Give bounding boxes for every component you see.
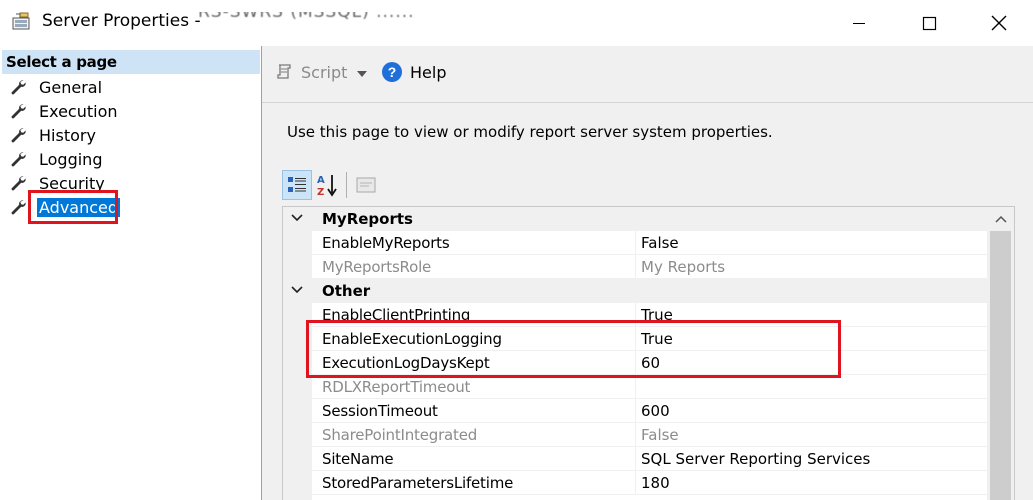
property-name: SharePointIntegrated [322, 426, 478, 444]
script-label: Script [301, 62, 348, 82]
scrollbar-thumb[interactable] [990, 231, 1011, 500]
script-icon [277, 64, 291, 79]
property-pages-button[interactable] [351, 170, 381, 200]
property-name: EnableMyReports [322, 234, 450, 252]
script-dropdown-icon[interactable] [357, 71, 367, 77]
page-item-execution[interactable]: Execution [10, 100, 120, 122]
property-value[interactable]: 600 [641, 402, 670, 420]
property-value[interactable]: My Reports [641, 258, 725, 276]
property-name: SiteName [322, 450, 394, 468]
property-row-sitename[interactable]: SiteName SQL Server Reporting Services [283, 447, 987, 471]
category-name: Other [322, 282, 371, 300]
minimize-button[interactable] [836, 0, 882, 46]
property-name: RDLXReportTimeout [322, 378, 471, 396]
property-row-rdlxreporttimeout[interactable]: RDLXReportTimeout [283, 375, 987, 399]
select-page-title: Select a page [6, 53, 117, 71]
wrench-icon [11, 176, 26, 191]
server-properties-icon [12, 12, 30, 30]
help-label: Help [410, 62, 447, 82]
toolbar-separator [346, 172, 347, 198]
chevron-up-icon [994, 215, 1007, 223]
scroll-up-button[interactable] [987, 207, 1014, 231]
category-myreports[interactable]: MyReports [283, 207, 987, 231]
minimize-icon [853, 23, 865, 24]
svg-text:A: A [317, 175, 325, 186]
wrench-icon [11, 128, 26, 143]
property-value[interactable]: False [641, 426, 679, 444]
property-value[interactable]: SQL Server Reporting Services [641, 450, 870, 468]
vertical-scrollbar[interactable] [987, 207, 1014, 500]
advanced-highlight-box [28, 190, 118, 224]
page-item-history[interactable]: History [10, 124, 98, 146]
property-name: MyReportsRole [322, 258, 432, 276]
select-page-header: Select a page [2, 50, 260, 74]
page-item-logging[interactable]: Logging [10, 148, 104, 170]
page-item-label: General [39, 77, 103, 97]
properties-pane: Script ? Help Use this page to view or m… [262, 46, 1033, 500]
wrench-icon [11, 200, 26, 215]
select-page-pane: Select a page General Execution History … [0, 46, 262, 500]
property-name: SessionTimeout [322, 402, 438, 420]
window-title-obscured: RS-SWRS (MSSQL) ...... ........... [198, 12, 415, 24]
title-bar: Server Properties - RS-SWRS (MSSQL) ....… [0, 0, 1033, 46]
property-name: StoredParametersLifetime [322, 474, 514, 492]
category-other[interactable]: Other [283, 279, 987, 303]
close-button[interactable] [976, 0, 1022, 46]
page-item-label: History [39, 125, 96, 145]
help-button[interactable]: ? Help [382, 62, 446, 82]
property-row-storedparameterslifetime[interactable]: StoredParametersLifetime 180 [283, 471, 987, 495]
property-row-sharepointintegrated[interactable]: SharePointIntegrated False [283, 423, 987, 447]
close-icon [991, 15, 1007, 31]
dialog-toolbar: Script ? Help [262, 46, 1033, 103]
sort-alphabetical-icon: A Z [317, 175, 337, 197]
property-value[interactable]: 180 [641, 474, 670, 492]
categorized-button[interactable] [282, 170, 312, 200]
category-name: MyReports [322, 210, 413, 228]
maximize-icon [922, 16, 937, 31]
window-title: Server Properties - [42, 11, 201, 31]
wrench-icon [11, 80, 26, 95]
property-row-sessiontimeout[interactable]: SessionTimeout 600 [283, 399, 987, 423]
wrench-icon [11, 152, 26, 167]
page-item-label: Logging [39, 149, 103, 169]
categorized-icon [288, 177, 306, 192]
logging-properties-highlight-box [306, 320, 841, 378]
alphabetical-button[interactable]: A Z [312, 170, 342, 200]
property-value[interactable]: False [641, 234, 679, 252]
property-grid-toolbar: A Z [282, 168, 381, 202]
maximize-button[interactable] [906, 0, 952, 46]
chevron-down-icon[interactable] [290, 285, 304, 295]
property-pages-icon [356, 177, 376, 193]
property-row-myreportsrole[interactable]: MyReportsRole My Reports [283, 255, 987, 279]
svg-text:Z: Z [317, 187, 324, 197]
page-description: Use this page to view or modify report s… [287, 123, 773, 141]
wrench-icon [11, 104, 26, 119]
property-row-enablemyreports[interactable]: EnableMyReports False [283, 231, 987, 255]
chevron-down-icon[interactable] [290, 213, 304, 223]
page-item-general[interactable]: General [10, 76, 104, 98]
script-button[interactable]: Script [275, 62, 347, 82]
page-item-label: Execution [39, 101, 118, 121]
help-icon: ? [382, 62, 402, 82]
